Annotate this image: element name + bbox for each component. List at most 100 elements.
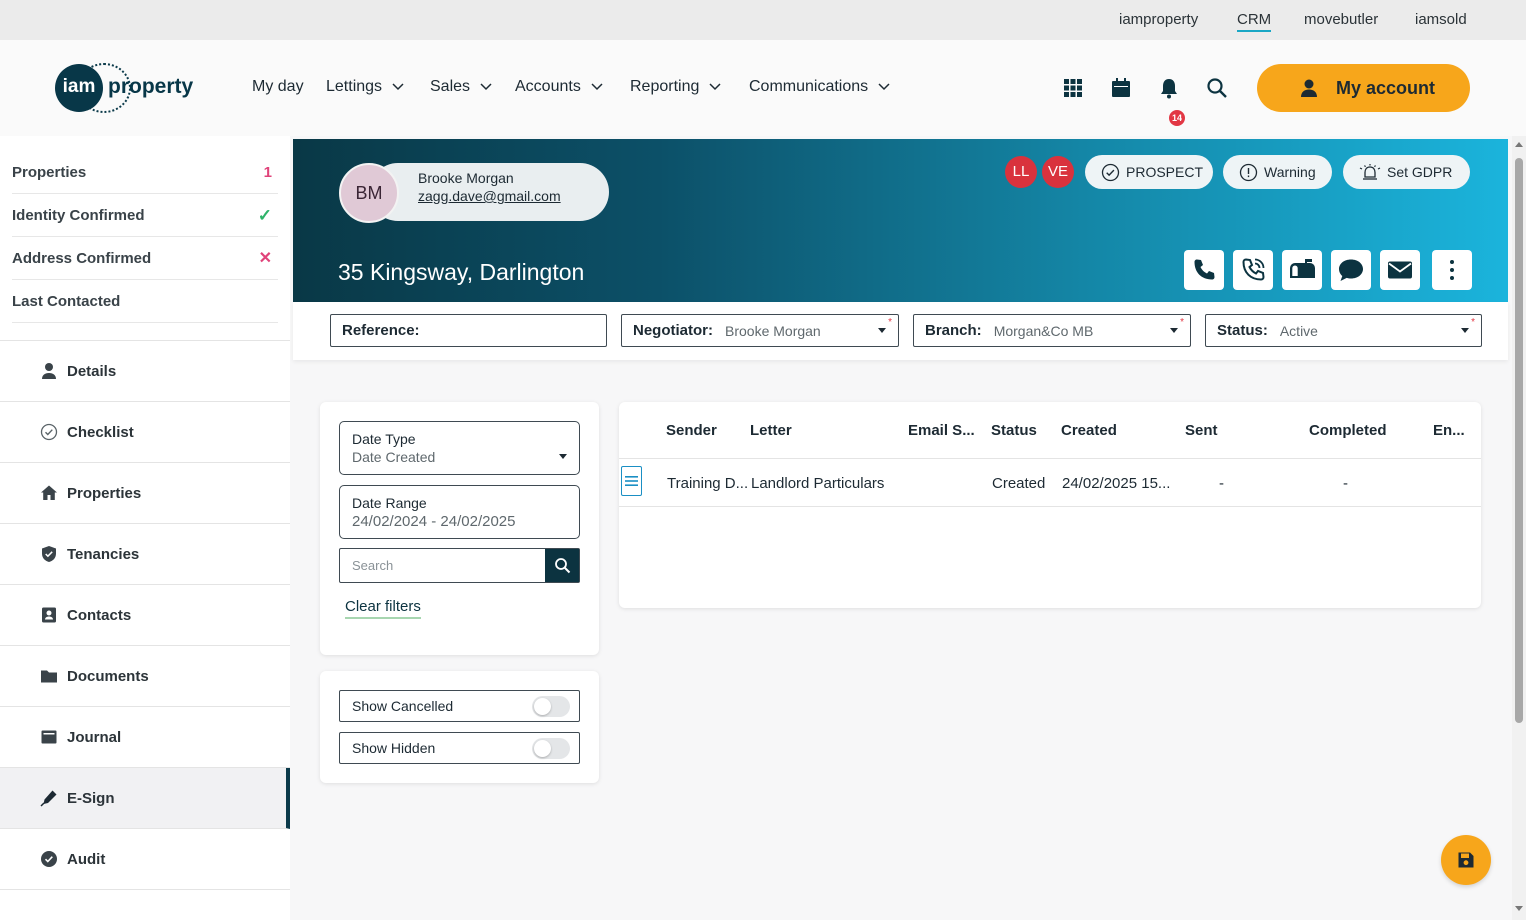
show-cancelled-toggle-row[interactable]: Show Cancelled <box>339 690 580 722</box>
toplink-movebutler[interactable]: movebutler <box>1304 11 1378 28</box>
pen-icon <box>40 790 57 807</box>
call-log-button[interactable] <box>1233 250 1273 290</box>
warning-button[interactable]: Warning <box>1223 155 1332 189</box>
set-gdpr-button[interactable]: Set GDPR <box>1343 155 1470 189</box>
toplink-crm[interactable]: CRM <box>1237 11 1272 32</box>
column-header-status[interactable]: Status <box>991 422 1037 439</box>
bell-icon[interactable] <box>1158 77 1180 99</box>
envelope-icon <box>1388 261 1412 279</box>
reference-label: Reference: <box>342 322 420 339</box>
my-account-button[interactable]: My account <box>1257 64 1470 112</box>
date-type-select[interactable]: Date Type Date Created <box>339 421 580 475</box>
sms-button[interactable] <box>1331 250 1371 290</box>
cross-icon: ✕ <box>258 250 272 267</box>
sidebar-item-label: Details <box>67 362 117 380</box>
cell-sent: - <box>1219 475 1224 492</box>
show-hidden-toggle-row[interactable]: Show Hidden <box>339 732 580 764</box>
column-header-sent[interactable]: Sent <box>1185 422 1218 439</box>
negotiator-value: Brooke Morgan <box>725 322 821 339</box>
apps-grid-icon[interactable] <box>1062 77 1084 99</box>
sidebar-item-checklist[interactable]: Checklist <box>0 402 290 463</box>
property-address: 35 Kingsway, Darlington <box>338 259 585 285</box>
toplink-iamsold[interactable]: iamsold <box>1415 11 1467 28</box>
sidebar-item-label: Properties <box>67 484 142 502</box>
search-input[interactable] <box>340 549 546 582</box>
column-header-end[interactable]: En... <box>1433 422 1465 439</box>
search-icon[interactable] <box>1206 77 1228 99</box>
column-header-sender[interactable]: Sender <box>666 422 717 439</box>
sidebar-item-audit[interactable]: Audit <box>0 829 290 890</box>
clear-filters-link[interactable]: Clear filters <box>345 598 421 619</box>
nav-reporting[interactable]: Reporting <box>630 78 721 96</box>
negotiator-select[interactable]: Negotiator: Brooke Morgan * <box>621 314 899 347</box>
call-button[interactable] <box>1184 250 1224 290</box>
sidebar-item-contacts[interactable]: Contacts <box>0 585 290 646</box>
chevron-down-icon <box>878 83 890 91</box>
switch-knob <box>534 698 551 715</box>
sidebar-item-tenancies[interactable]: Tenancies <box>0 524 290 585</box>
phone-call-icon <box>1242 258 1265 281</box>
nav-sales[interactable]: Sales <box>430 78 492 96</box>
status-label: Status: <box>1217 322 1268 339</box>
date-range-label: Date Range <box>352 495 427 511</box>
scrollbar-thumb[interactable] <box>1515 158 1523 723</box>
sidebar-item-properties[interactable]: Properties <box>0 463 290 524</box>
sidebar-item-e-sign[interactable]: E-Sign <box>0 768 290 829</box>
alert-circle-icon <box>1239 163 1258 181</box>
sidebar-item-label: Tenancies <box>67 545 140 563</box>
user-badge-ll[interactable]: LL <box>1005 156 1037 188</box>
nav-my-day[interactable]: My day <box>252 78 304 96</box>
status-select[interactable]: Status: Active * <box>1205 314 1482 347</box>
date-range-field[interactable]: Date Range 24/02/2024 - 24/02/2025 <box>339 485 580 539</box>
esign-filter-panel: Date Type Date Created Date Range 24/02/… <box>320 402 599 655</box>
contact-email-link[interactable]: zagg.dave@gmail.com <box>418 188 561 204</box>
sidebar-item-label: Journal <box>67 728 122 746</box>
warning-label: Warning <box>1264 164 1316 180</box>
column-header-created[interactable]: Created <box>1061 422 1117 439</box>
show-hidden-switch[interactable] <box>532 738 570 759</box>
row-divider <box>619 506 1481 507</box>
chevron-down-icon <box>392 83 404 91</box>
sidebar-item-details[interactable]: Details <box>0 341 290 402</box>
nav-sales-label: Sales <box>430 78 471 95</box>
reference-field[interactable]: Reference: <box>330 314 607 347</box>
list-icon <box>625 476 638 486</box>
contact-hero: BM Brooke Morgan zagg.dave@gmail.com 35 … <box>293 139 1508 302</box>
stat-last-contacted: Last Contacted <box>12 280 278 323</box>
nav-lettings-label: Lettings <box>326 78 383 95</box>
more-actions-button[interactable] <box>1432 250 1472 290</box>
scroll-up-arrow-icon[interactable] <box>1515 142 1523 147</box>
toplink-iamproperty[interactable]: iamproperty <box>1119 11 1198 28</box>
branch-select[interactable]: Branch: Morgan&Co MB * <box>913 314 1191 347</box>
cell-letter: Landlord Particulars <box>751 475 885 492</box>
nav-lettings[interactable]: Lettings <box>326 78 404 96</box>
check-circle-icon <box>1101 163 1120 181</box>
scroll-down-arrow-icon[interactable] <box>1515 906 1523 911</box>
save-button[interactable] <box>1441 835 1491 885</box>
column-header-letter[interactable]: Letter <box>750 422 792 439</box>
nav-accounts[interactable]: Accounts <box>515 78 603 96</box>
contact-name: Brooke Morgan <box>418 170 514 186</box>
email-button[interactable] <box>1380 250 1420 290</box>
search-icon <box>554 558 570 574</box>
column-header-completed[interactable]: Completed <box>1309 422 1387 439</box>
sidebar-item-documents[interactable]: Documents <box>0 646 290 707</box>
logo[interactable]: iam property <box>55 63 205 114</box>
contact-card[interactable]: BM Brooke Morgan zagg.dave@gmail.com <box>339 163 609 223</box>
user-badge-ve[interactable]: VE <box>1042 156 1074 188</box>
nav-reporting-label: Reporting <box>630 78 700 95</box>
show-cancelled-switch[interactable] <box>532 696 570 717</box>
column-header-email-subject[interactable]: Email S... <box>908 422 975 439</box>
date-type-value: Date Created <box>352 449 436 465</box>
search-button[interactable] <box>545 549 579 582</box>
row-menu-button[interactable] <box>621 466 642 496</box>
calendar-icon[interactable] <box>1110 77 1132 99</box>
branch-value: Morgan&Co MB <box>993 322 1094 339</box>
stat-properties: Properties 1 <box>12 151 278 194</box>
mailbox-button[interactable] <box>1282 250 1322 290</box>
nav-communications[interactable]: Communications <box>749 78 890 96</box>
prospect-button[interactable]: PROSPECT <box>1085 155 1213 189</box>
date-range-value: 24/02/2024 - 24/02/2025 <box>352 513 516 530</box>
stat-label: Identity Confirmed <box>12 207 145 224</box>
sidebar-item-journal[interactable]: Journal <box>0 707 290 768</box>
